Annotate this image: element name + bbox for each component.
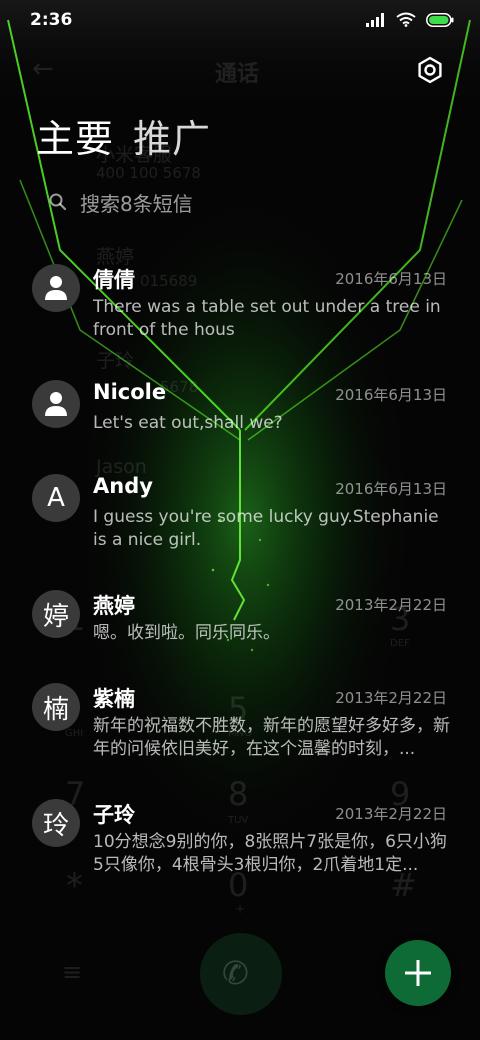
avatar — [32, 264, 80, 312]
search-bar[interactable]: 搜索8条短信 — [48, 186, 438, 218]
message-preview: 10分想念9别的你，8张照片7张是你，6只小狗5只像你，4根骨头3根归你，2爪着… — [93, 832, 447, 875]
tab-primary[interactable]: 主要 — [36, 108, 114, 163]
message-date: 2013年2月22日 — [335, 805, 447, 823]
phone-icon: ✆ — [222, 954, 249, 992]
tab-promotions[interactable]: 推广 — [133, 108, 211, 163]
search-input[interactable]: 搜索8条短信 — [80, 188, 193, 217]
message-preview: I guess you're some lucky guy.Stephanie … — [93, 507, 439, 550]
signal-icon — [366, 12, 384, 27]
message-date: 2016年6月13日 — [335, 270, 447, 288]
message-preview: 新年的祝福数不胜数，新年的愿望好多好多，新年的问候依旧美好，在这个温馨的时刻，.… — [93, 716, 450, 759]
background-title: 通话 — [215, 62, 260, 87]
background-back-icon: ← — [32, 54, 54, 84]
person-icon — [45, 276, 67, 300]
battery-icon — [426, 12, 454, 27]
message-date: 2016年6月13日 — [335, 480, 447, 498]
menu-icon: ≡ — [62, 958, 83, 986]
message-date: 2013年2月22日 — [335, 596, 447, 614]
message-preview: 嗯。收到啦。同乐同乐。 — [93, 623, 280, 643]
dial-letters: + — [235, 902, 246, 916]
message-item[interactable]: 楠 紫楠 2013年2月22日 新年的祝福数不胜数，新年的愿望好多好多，新年的问… — [0, 683, 480, 773]
contact-name: 倩倩 — [93, 268, 135, 292]
new-message-button[interactable] — [385, 940, 451, 1006]
message-preview: There was a table set out under a tree i… — [93, 297, 441, 340]
message-item[interactable]: Nicole 2016年6月13日 Let's eat out,shall we… — [0, 380, 480, 450]
plus-icon — [405, 960, 431, 986]
person-icon — [45, 392, 67, 416]
wifi-icon — [396, 12, 416, 27]
avatar — [32, 380, 80, 428]
avatar: A — [32, 474, 80, 522]
message-date: 2016年6月13日 — [335, 386, 447, 404]
gear-icon — [418, 56, 442, 84]
settings-button[interactable] — [414, 54, 446, 86]
contact-name: Andy — [93, 474, 153, 498]
status-bar: 2:36 — [0, 0, 480, 42]
message-preview: Let's eat out,shall we? — [93, 413, 283, 433]
contact-name: 子玲 — [93, 803, 135, 827]
message-item[interactable]: 倩倩 2016年6月13日 There was a table set out … — [0, 264, 480, 354]
status-icons — [366, 12, 454, 27]
contact-name: 紫楠 — [93, 687, 135, 711]
avatar: 楠 — [32, 683, 80, 731]
background-contact-number: 400 100 5678 — [96, 164, 201, 182]
message-date: 2013年2月22日 — [335, 689, 447, 707]
search-icon — [49, 193, 67, 211]
avatar: 婷 — [32, 590, 80, 638]
message-item[interactable]: 玲 子玲 2013年2月22日 10分想念9别的你，8张照片7张是你，6只小狗5… — [0, 799, 480, 889]
message-item[interactable]: A Andy 2016年6月13日 I guess you're some lu… — [0, 474, 480, 564]
status-time: 2:36 — [30, 10, 73, 30]
contact-name: Nicole — [93, 380, 167, 404]
avatar: 玲 — [32, 799, 80, 847]
contact-name: 燕婷 — [93, 594, 135, 618]
message-item[interactable]: 婷 燕婷 2013年2月22日 嗯。收到啦。同乐同乐。 — [0, 590, 480, 660]
